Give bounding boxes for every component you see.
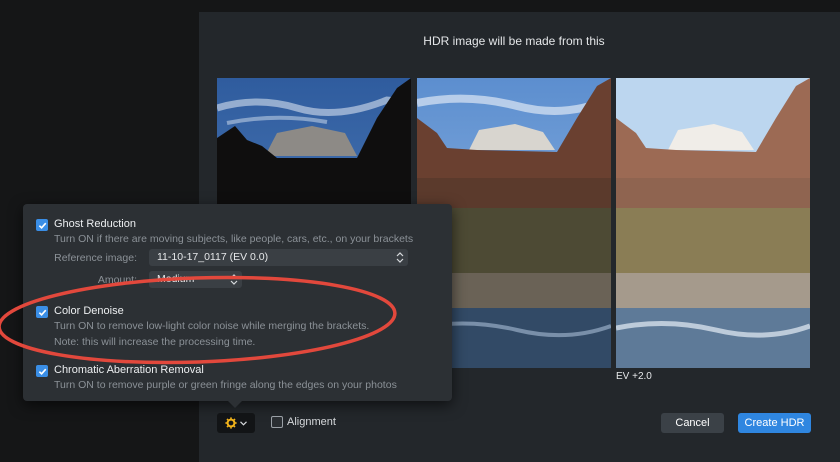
amount-select[interactable]: Medium <box>149 271 242 288</box>
dialog-title: HDR image will be made from this <box>423 34 605 48</box>
reference-image-select[interactable]: 11-10-17_0117 (EV 0.0) <box>149 249 408 266</box>
ev-label: EV +2.0 <box>616 371 652 382</box>
options-popover: Ghost Reduction Turn ON if there are mov… <box>23 204 452 401</box>
ghost-reduction-checkbox[interactable] <box>36 219 48 231</box>
ghost-reduction-title: Ghost Reduction <box>54 218 136 230</box>
checkmark-icon <box>38 368 46 375</box>
alignment-label: Alignment <box>287 416 336 428</box>
updown-arrows-icon <box>396 249 404 266</box>
popover-caret <box>228 401 242 408</box>
updown-arrows-icon <box>230 271 238 288</box>
cancel-button[interactable]: Cancel <box>661 413 724 433</box>
create-hdr-button[interactable]: Create HDR <box>738 413 811 433</box>
amount-value: Medium <box>157 273 195 285</box>
chevron-down-icon <box>240 420 247 426</box>
chromatic-aberration-checkbox[interactable] <box>36 365 48 377</box>
reference-image-label: Reference image: <box>54 252 137 264</box>
reference-image-value: 11-10-17_0117 (EV 0.0) <box>157 251 269 263</box>
app-screen: HDR image will be made from this EV +2.0… <box>0 0 840 462</box>
alignment-checkbox[interactable] <box>271 416 283 428</box>
chromatic-aberration-title: Chromatic Aberration Removal <box>54 364 204 376</box>
color-denoise-note: Note: this will increase the processing … <box>54 336 256 348</box>
settings-gear-button[interactable] <box>217 413 255 433</box>
checkmark-icon <box>38 309 46 316</box>
amount-label: Amount: <box>97 274 137 286</box>
gear-icon <box>225 417 237 429</box>
chromatic-aberration-desc: Turn ON to remove purple or green fringe… <box>54 379 397 391</box>
checkmark-icon <box>38 222 46 229</box>
bracket-thumbnail-bright[interactable] <box>616 78 810 368</box>
color-denoise-desc: Turn ON to remove low-light color noise … <box>54 320 370 332</box>
photo-bright <box>616 78 810 368</box>
alignment-toggle[interactable]: Alignment <box>271 416 336 428</box>
ghost-reduction-desc: Turn ON if there are moving subjects, li… <box>54 233 414 245</box>
color-denoise-title: Color Denoise <box>54 305 124 317</box>
color-denoise-checkbox[interactable] <box>36 306 48 318</box>
